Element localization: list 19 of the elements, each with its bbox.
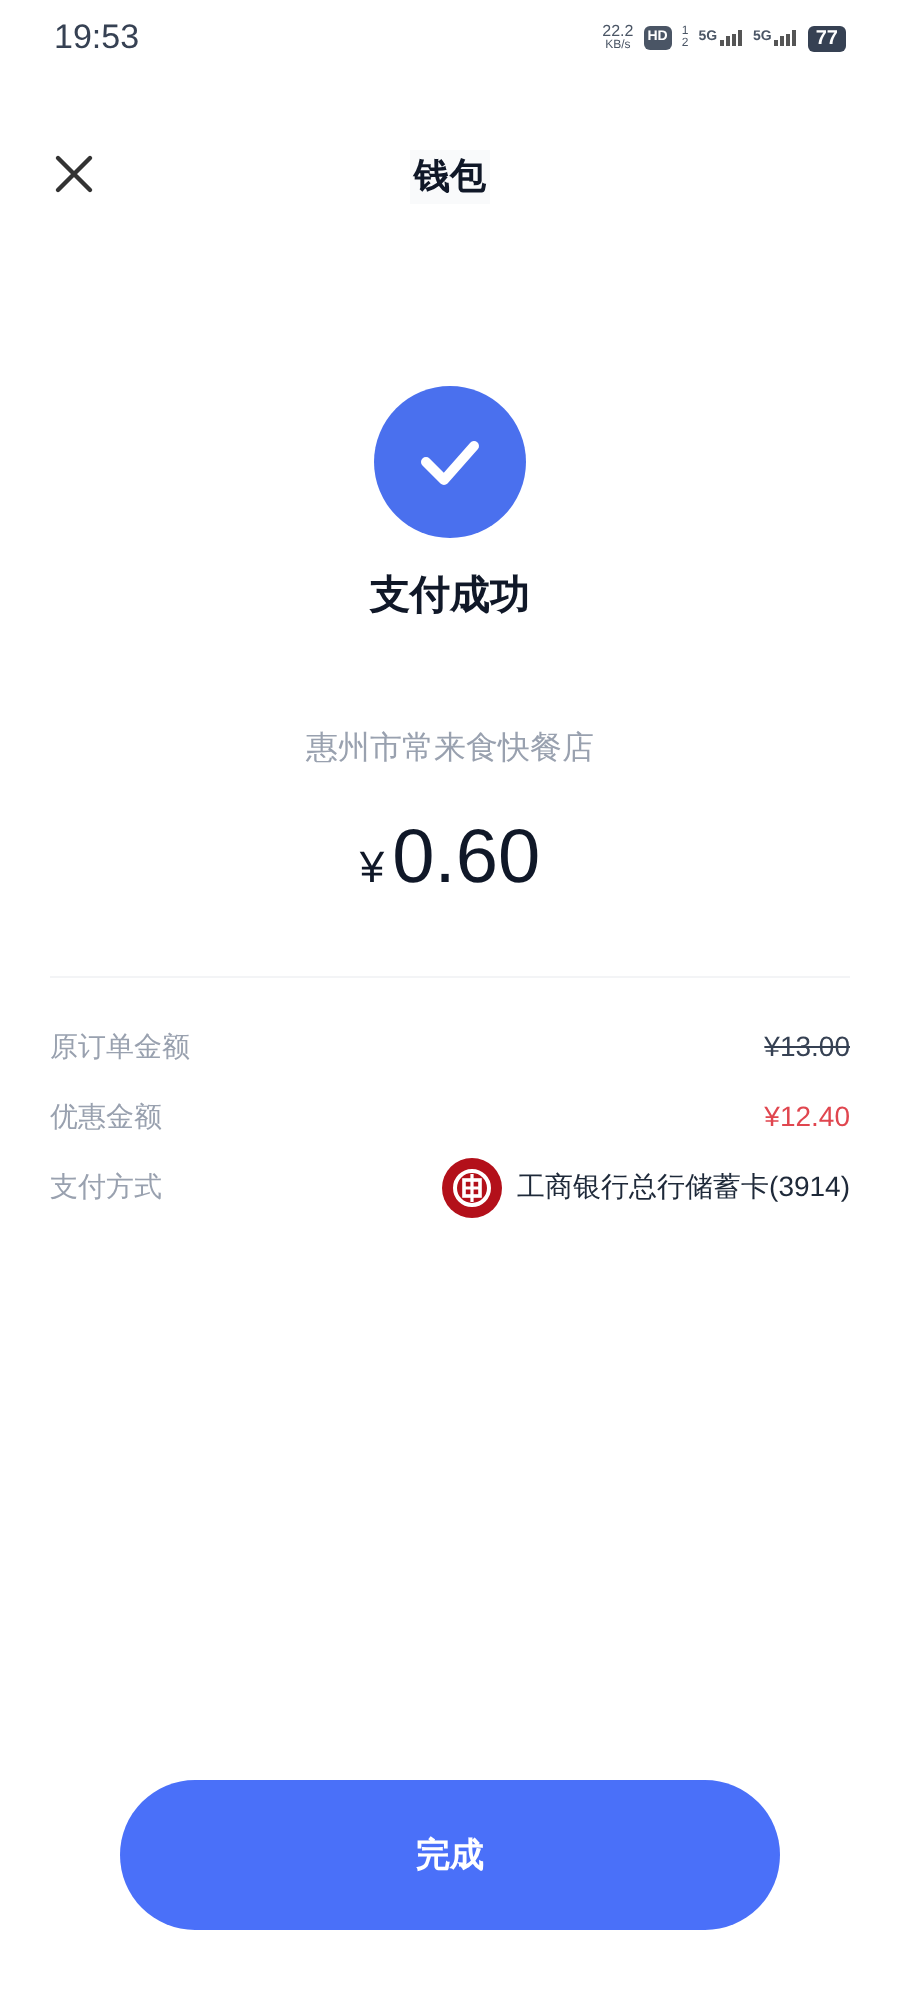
page-title: 钱包 <box>410 149 490 203</box>
payment-method: 工商银行总行储蓄卡(3914) <box>517 1168 850 1206</box>
detail-label: 优惠金额 <box>50 1098 162 1136</box>
signal-icon <box>719 30 744 46</box>
status-time: 19:53 <box>54 16 140 61</box>
payment-amount: 0.60 <box>392 814 541 904</box>
merchant-name: 惠州市常来食快餐店 <box>306 729 594 770</box>
status-heading: 支付成功 <box>370 572 530 622</box>
close-icon <box>54 154 94 194</box>
battery-indicator: 77 <box>807 25 846 51</box>
network-speed: 22.2 <box>602 24 634 40</box>
discount-amount: ¥12.40 <box>764 1098 850 1136</box>
detail-label: 原订单金额 <box>50 1028 190 1066</box>
signal-icon <box>773 30 798 46</box>
bank-logo-icon <box>441 1157 502 1217</box>
detail-label: 支付方式 <box>50 1168 162 1206</box>
currency-symbol: ¥ <box>359 840 385 896</box>
original-amount: ¥13.00 <box>764 1028 850 1066</box>
done-button[interactable]: 完成 <box>120 1780 780 1930</box>
